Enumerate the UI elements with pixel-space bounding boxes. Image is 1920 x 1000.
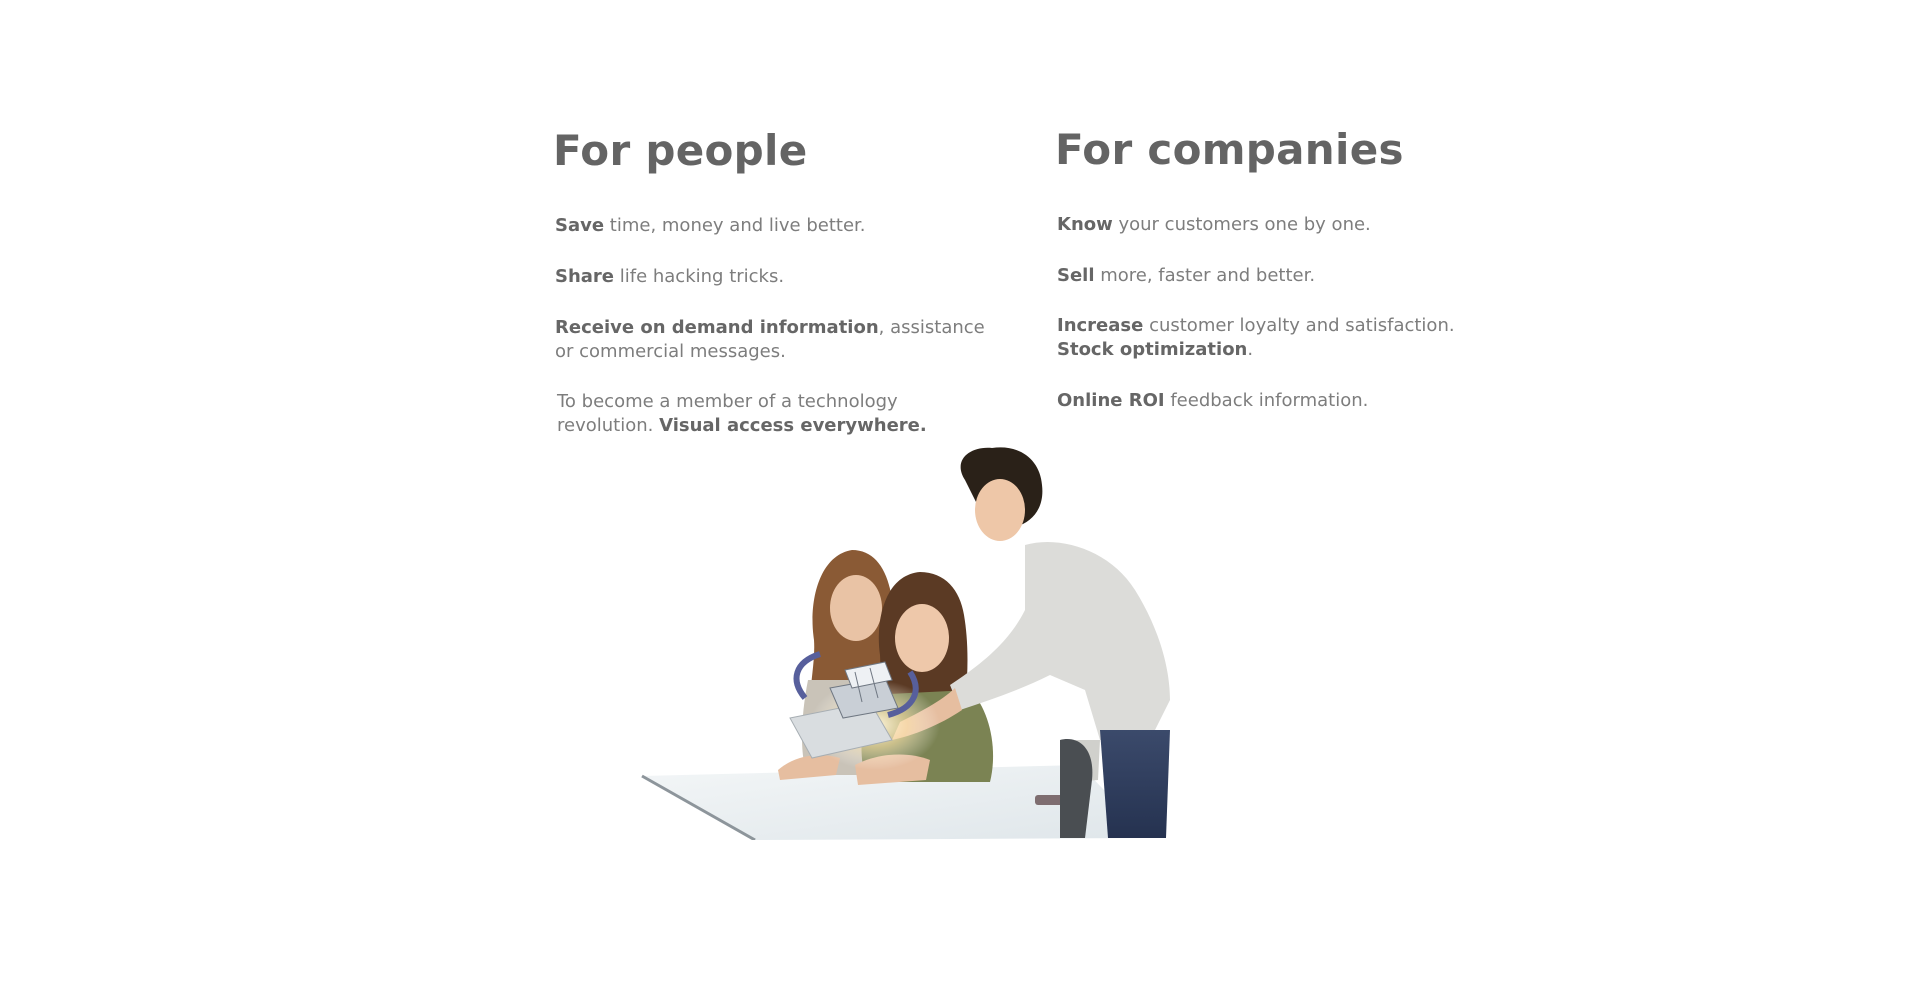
companies-item-stock-text: . xyxy=(1247,339,1254,360)
companies-item-increase-bold: Increase xyxy=(1057,315,1144,336)
companies-item-know: Know your customers one by one. xyxy=(1057,213,1371,237)
people-item-member-text: To become a member of a technology xyxy=(557,391,898,412)
companies-item-sell-text: more, faster and better. xyxy=(1094,265,1316,286)
people-item-receive-text-line2: or commercial messages. xyxy=(555,341,786,362)
illustration-svg xyxy=(641,447,1170,842)
people-item-save-text: time, money and live better. xyxy=(604,215,866,236)
companies-item-roi-text: feedback information. xyxy=(1164,390,1369,411)
companies-item-increase: Increase customer loyalty and satisfacti… xyxy=(1057,314,1455,362)
people-item-save: Save time, money and live better. xyxy=(555,214,866,238)
companies-item-roi: Online ROI feedback information. xyxy=(1057,389,1368,413)
for-companies-heading: For companies xyxy=(1055,125,1404,174)
people-with-tablet-hologram-illustration xyxy=(630,440,1310,842)
companies-item-sell-bold: Sell xyxy=(1057,265,1095,286)
people-item-member-text-line2: revolution. xyxy=(557,415,660,436)
people-item-member-bold: Visual access everywhere. xyxy=(659,415,927,436)
for-people-heading: For people xyxy=(553,126,808,175)
people-item-share-text: life hacking tricks. xyxy=(614,266,785,287)
companies-item-know-bold: Know xyxy=(1057,214,1113,235)
people-item-save-bold: Save xyxy=(555,215,605,236)
people-item-member: To become a member of a technology revol… xyxy=(557,390,927,438)
companies-item-increase-text: customer loyalty and satisfaction. xyxy=(1143,315,1455,336)
people-item-receive-text: , assistance xyxy=(878,317,985,338)
companies-item-stock-bold: Stock optimization xyxy=(1057,339,1248,360)
people-item-receive-bold: Receive on demand information xyxy=(555,317,879,338)
people-item-share: Share life hacking tricks. xyxy=(555,265,784,289)
companies-item-roi-bold: Online ROI xyxy=(1057,390,1165,411)
companies-item-know-text: your customers one by one. xyxy=(1112,214,1371,235)
people-item-receive: Receive on demand information, assistanc… xyxy=(555,316,985,364)
people-item-share-bold: Share xyxy=(555,266,615,287)
companies-item-sell: Sell more, faster and better. xyxy=(1057,264,1315,288)
